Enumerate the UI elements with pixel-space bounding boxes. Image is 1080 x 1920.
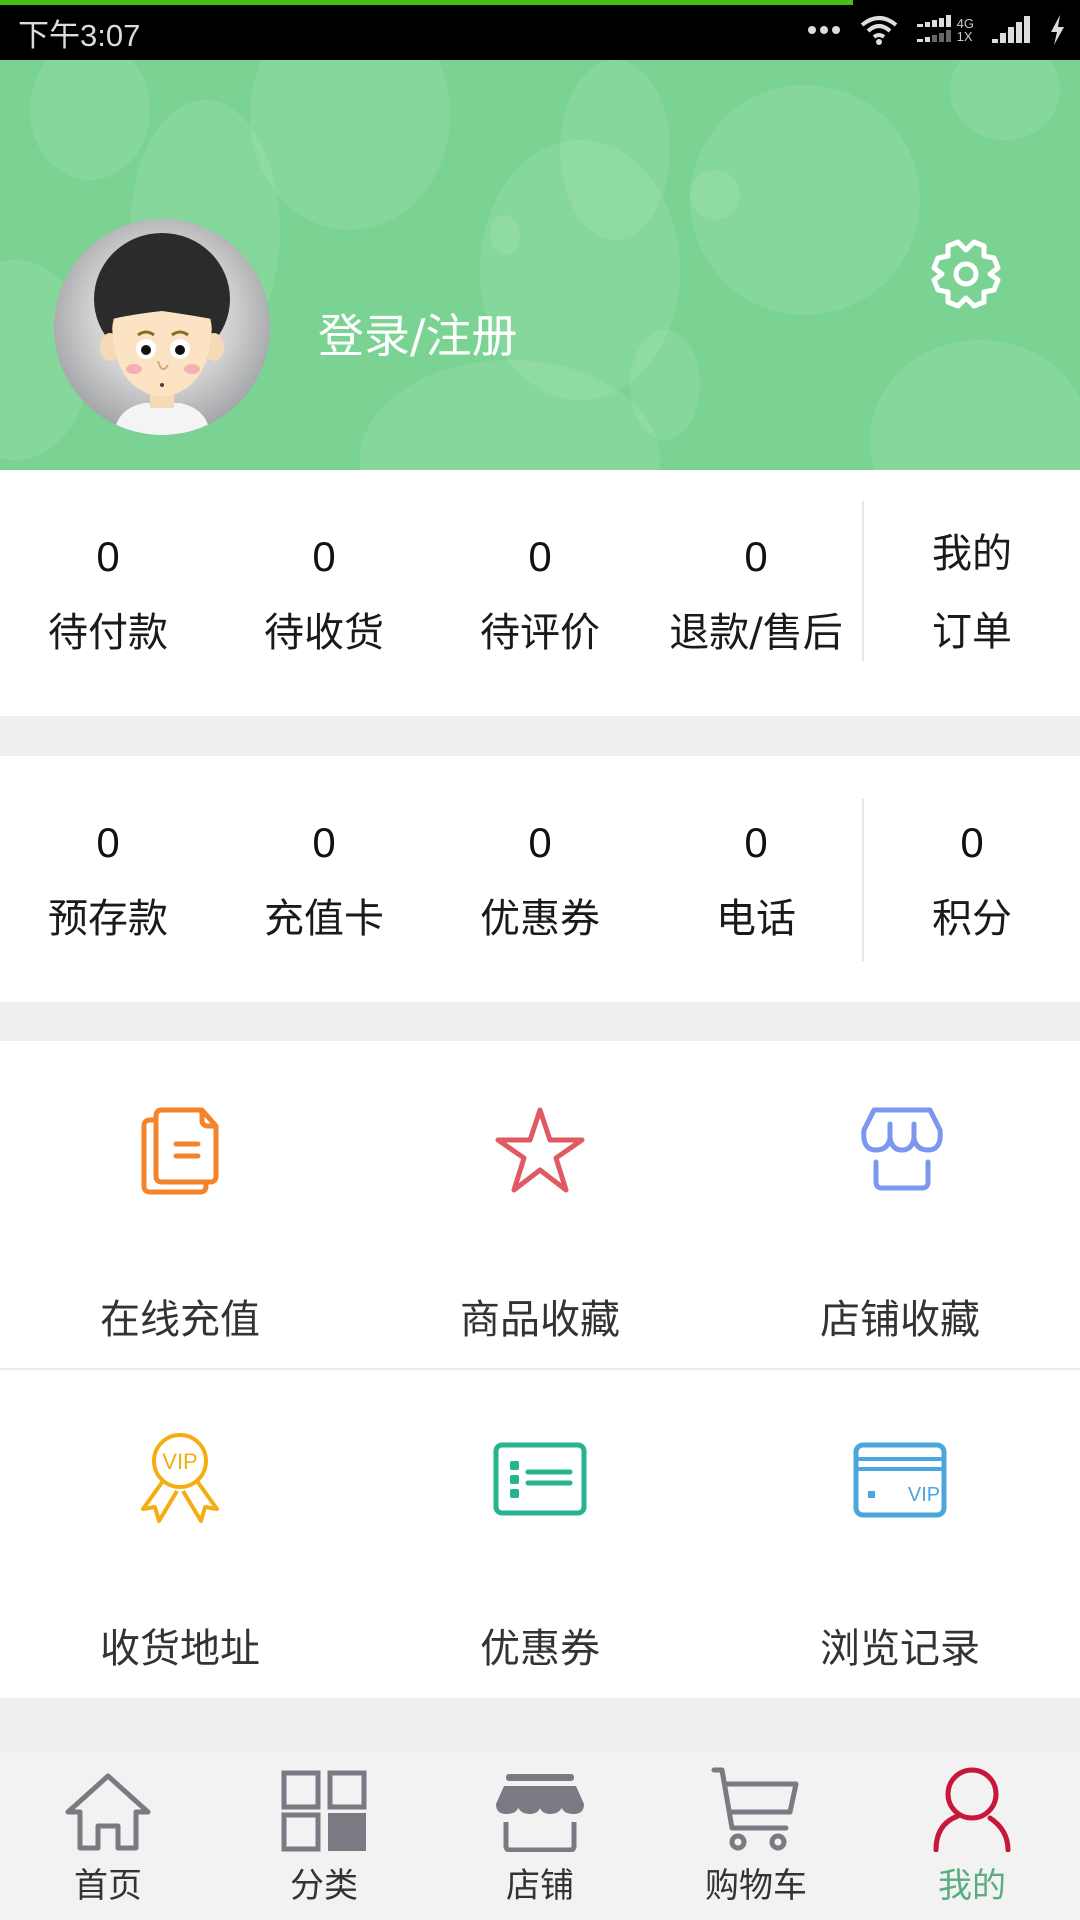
- nav-cart[interactable]: 购物车: [648, 1752, 864, 1920]
- page-load-progress-bar: [0, 0, 854, 5]
- dual-signal: 4G 1X: [916, 15, 974, 45]
- order-pending-review[interactable]: 0 待评价: [432, 470, 648, 716]
- nav-mine[interactable]: 我的: [864, 1752, 1080, 1920]
- bottom-navigation: 首页 分类 店铺 购物车 我的: [0, 1752, 1080, 1920]
- divider: [862, 799, 864, 961]
- asset-deposit[interactable]: 0 预存款: [0, 756, 216, 1002]
- service-online-recharge[interactable]: 在线充值: [0, 1041, 360, 1369]
- my-orders-button[interactable]: 我的 订单: [864, 470, 1080, 716]
- service-coupons[interactable]: 优惠券: [360, 1370, 720, 1698]
- settings-button[interactable]: [920, 228, 1012, 320]
- list-card-icon: [493, 1442, 587, 1516]
- avatar[interactable]: [54, 219, 270, 435]
- more-dots-icon: [807, 26, 840, 34]
- services-row-1: 在线充值 商品收藏 店铺收藏: [0, 1041, 1080, 1369]
- signal-icon: [992, 16, 1030, 43]
- service-shipping-address[interactable]: VIP 收货地址: [0, 1370, 360, 1698]
- service-product-favorites[interactable]: 商品收藏: [360, 1041, 720, 1369]
- wifi-icon: [860, 16, 897, 45]
- asset-phone[interactable]: 0 电话: [648, 756, 864, 1002]
- asset-recharge-card[interactable]: 0 充值卡: [216, 756, 432, 1002]
- grid-icon: [281, 1770, 367, 1852]
- divider: [862, 501, 864, 661]
- order-stats: 0 待付款 0 待收货 0 待评价 0 退款/售后 我的 订单: [0, 470, 1080, 716]
- profile-header: 登录/注册: [0, 60, 1080, 470]
- vip-medal-icon: VIP: [141, 1433, 219, 1523]
- network-type: 4G 1X: [956, 16, 974, 44]
- asset-points[interactable]: 0 积分: [864, 756, 1080, 1002]
- star-icon: [495, 1107, 585, 1193]
- cart-icon: [711, 1767, 799, 1851]
- nav-store[interactable]: 店铺: [432, 1752, 648, 1920]
- order-pending-receipt[interactable]: 0 待收货: [216, 470, 432, 716]
- service-store-favorites[interactable]: 店铺收藏: [720, 1041, 1080, 1369]
- service-browse-history[interactable]: VIP 浏览记录: [720, 1370, 1080, 1698]
- svg-text:VIP: VIP: [908, 1484, 940, 1506]
- documents-icon: [141, 1107, 219, 1195]
- asset-coupon[interactable]: 0 优惠券: [432, 756, 648, 1002]
- user-icon: [933, 1767, 1011, 1852]
- vip-card-icon: VIP: [853, 1442, 947, 1518]
- order-refund-aftersale[interactable]: 0 退款/售后: [648, 470, 864, 716]
- asset-stats: 0 预存款 0 充值卡 0 优惠券 0 电话 0 积分: [0, 756, 1080, 1002]
- nav-home[interactable]: 首页: [0, 1752, 216, 1920]
- app-root: 下午3:07 4G 1X 登录/注册 0 待付款 0 待收货 0 待评价 0 退…: [0, 0, 1080, 1920]
- gear-icon: [931, 239, 1001, 309]
- store-icon: [496, 1774, 584, 1852]
- svg-text:VIP: VIP: [162, 1449, 197, 1474]
- avatar-boy-icon: [54, 219, 270, 435]
- status-bar: 下午3:07 4G 1X: [0, 0, 1080, 60]
- home-icon: [65, 1773, 151, 1851]
- login-register-link[interactable]: 登录/注册: [318, 300, 518, 366]
- services-row-2: VIP 收货地址 优惠券 VIP 浏览记录: [0, 1370, 1080, 1698]
- dual-signal-icon: [916, 15, 951, 42]
- order-pending-payment[interactable]: 0 待付款: [0, 470, 216, 716]
- store-icon: [861, 1107, 943, 1191]
- charging-icon: [1051, 15, 1064, 45]
- nav-category[interactable]: 分类: [216, 1752, 432, 1920]
- status-time: 下午3:07: [18, 18, 141, 53]
- status-icons: 4G 1X: [807, 12, 1066, 48]
